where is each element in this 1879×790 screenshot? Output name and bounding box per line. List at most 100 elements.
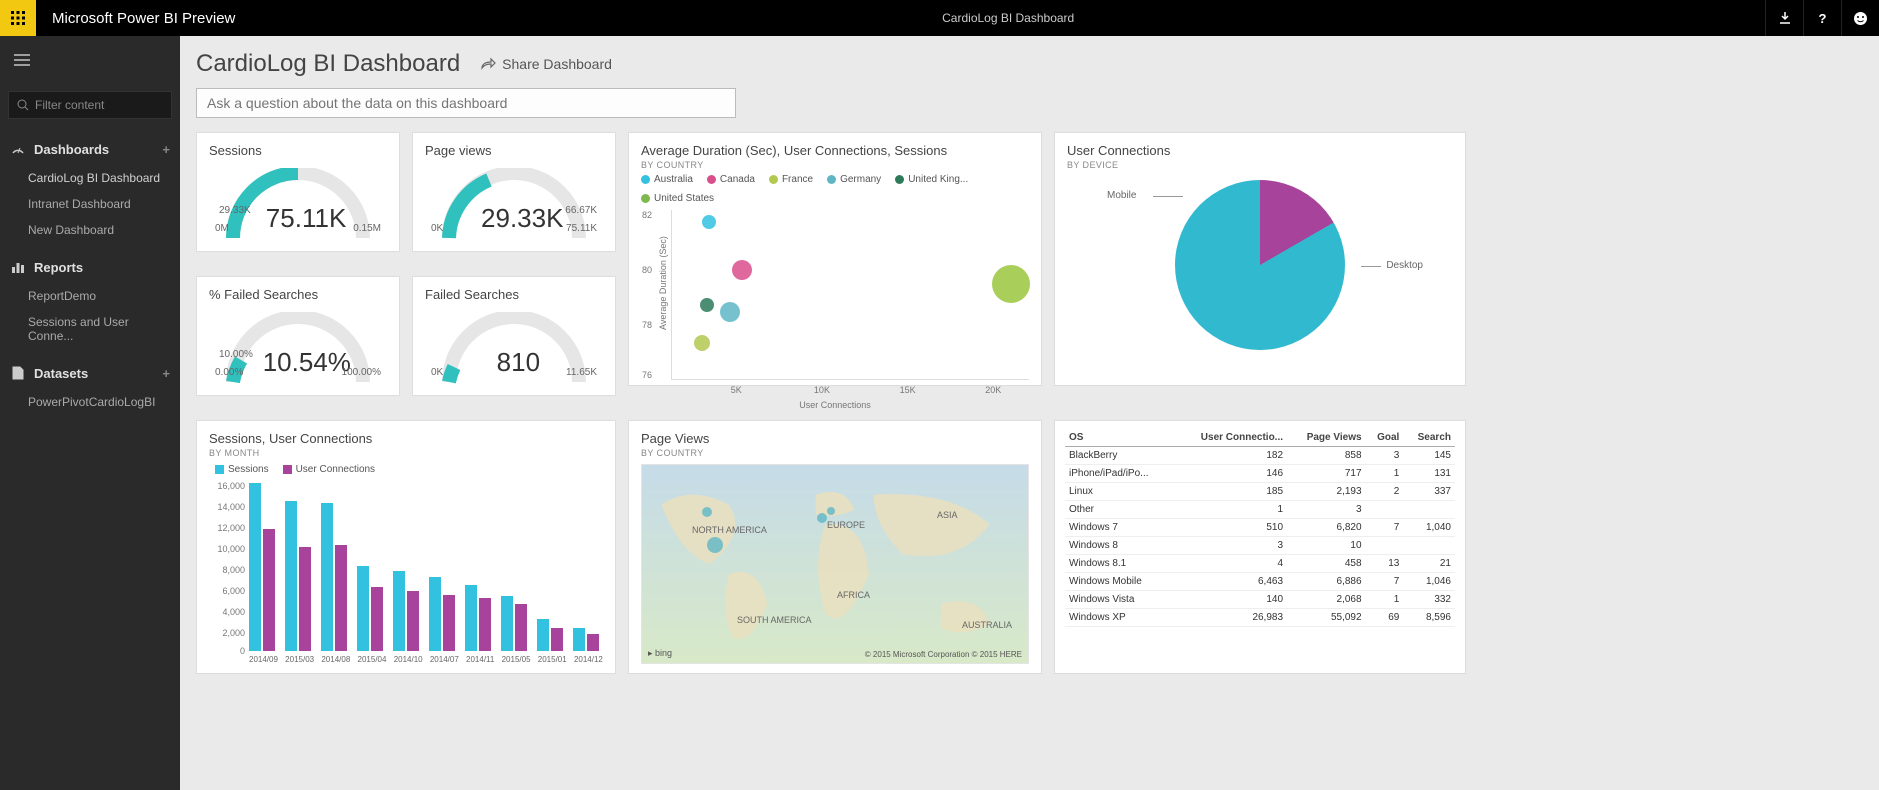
y-tick: 16,000 <box>209 481 245 491</box>
table-row: BlackBerry1828583145 <box>1065 447 1455 465</box>
tile-pie[interactable]: User Connections BY DEVICE Mobile Deskto… <box>1054 132 1466 386</box>
x-tick: 2014/11 <box>466 655 494 664</box>
help-icon[interactable]: ? <box>1803 0 1841 36</box>
legend-item: United States <box>641 193 714 204</box>
nav-section-reports[interactable]: Reports <box>0 251 180 283</box>
tile-pageviews[interactable]: Page views 66.67K 29.33K 0K 75.11K <box>412 132 616 252</box>
dashboard-name-header: CardioLog BI Dashboard <box>251 11 1765 25</box>
qa-input[interactable] <box>196 88 736 118</box>
tile-title: Average Duration (Sec), User Connections… <box>641 143 1029 158</box>
sidebar-item-cardiolog[interactable]: CardioLog BI Dashboard <box>0 165 180 191</box>
filter-input[interactable]: Filter content <box>8 91 172 119</box>
table-row: Windows XP26,98355,092698,596 <box>1065 609 1455 627</box>
table-row: Linux1852,1932337 <box>1065 483 1455 501</box>
tile-scatter[interactable]: Average Duration (Sec), User Connections… <box>628 132 1042 386</box>
tile-title: Failed Searches <box>425 287 603 302</box>
datasets-label: Datasets <box>34 366 88 381</box>
map-canvas: NORTH AMERICA SOUTH AMERICA EUROPE AFRIC… <box>641 464 1029 664</box>
legend-item: United King... <box>895 174 968 185</box>
map-bubble <box>702 507 712 517</box>
tile-barchart[interactable]: Sessions, User Connections BY MONTH Sess… <box>196 420 616 674</box>
bubble-germany <box>700 298 714 312</box>
feedback-smile-icon[interactable] <box>1841 0 1879 36</box>
dashboards-label: Dashboards <box>34 142 109 157</box>
sidebar-item-dataset[interactable]: PowerPivotCardioLogBI <box>0 389 180 415</box>
gauge-icon <box>10 141 26 157</box>
filter-placeholder: Filter content <box>35 98 104 112</box>
continent-label: ASIA <box>937 510 958 520</box>
y-tick: 14,000 <box>209 502 245 512</box>
gauge-max: 100.00% <box>342 367 381 378</box>
x-tick: 2014/09 <box>249 655 278 664</box>
sidebar-item-intranet[interactable]: Intranet Dashboard <box>0 191 180 217</box>
x-tick: 2015/01 <box>538 655 567 664</box>
nav-section-dashboards[interactable]: Dashboards + <box>0 133 180 165</box>
map-copyright: © 2015 Microsoft Corporation © 2015 HERE <box>865 650 1022 659</box>
download-icon[interactable] <box>1765 0 1803 36</box>
app-title: Microsoft Power BI Preview <box>36 10 251 27</box>
table-header: OS <box>1065 429 1174 447</box>
y-tick: 8,000 <box>209 565 245 575</box>
os-table: OSUser Connectio...Page ViewsGoalSearch … <box>1065 429 1455 627</box>
plus-icon[interactable]: + <box>162 366 170 381</box>
table-row: Windows Mobile6,4636,88671,046 <box>1065 573 1455 591</box>
gauge-min: 0M <box>215 223 229 234</box>
x-tick: 2014/10 <box>394 655 423 664</box>
gauge-value: 10.54% <box>263 347 351 378</box>
y-tick: 6,000 <box>209 586 245 596</box>
pie-chart <box>1175 180 1345 350</box>
y-tick: 10,000 <box>209 544 245 554</box>
tile-failed-pct[interactable]: % Failed Searches 10.00% 10.54% 0.00% 10… <box>196 276 400 396</box>
table-row: Other13 <box>1065 501 1455 519</box>
continent-label: AUSTRALIA <box>962 620 1012 630</box>
waffle-icon[interactable] <box>0 0 36 36</box>
reports-label: Reports <box>34 260 83 275</box>
table-row: Windows 75106,82071,040 <box>1065 519 1455 537</box>
gauge-min: 0.00% <box>215 367 243 378</box>
gauge-max: 75.11K <box>566 223 597 234</box>
tile-table[interactable]: OSUser Connectio...Page ViewsGoalSearch … <box>1054 420 1466 674</box>
hamburger-icon[interactable] <box>0 40 180 83</box>
legend-sessions: Sessions <box>215 464 269 475</box>
bubble-uk <box>720 302 740 322</box>
sidebar-item-reportdemo[interactable]: ReportDemo <box>0 283 180 309</box>
table-row: Windows 8.144581321 <box>1065 555 1455 573</box>
nav-section-datasets[interactable]: Datasets + <box>0 357 180 389</box>
gauge-mid: 66.67K <box>565 205 597 216</box>
x-axis-label: User Connections <box>641 400 1029 410</box>
table-row: Windows Vista1402,0681332 <box>1065 591 1455 609</box>
continent-label: NORTH AMERICA <box>692 525 767 535</box>
file-icon <box>10 365 26 381</box>
tile-map[interactable]: Page Views BY COUNTRY NORTH A <box>628 420 1042 674</box>
tile-sub: BY MONTH <box>209 448 603 458</box>
tile-title: User Connections <box>1067 143 1453 158</box>
plus-icon[interactable]: + <box>162 142 170 157</box>
x-tick: 2015/03 <box>285 655 314 664</box>
pie-label-desktop: Desktop <box>1386 260 1423 271</box>
tile-sessions[interactable]: Sessions 29.33K 75.11K 0M 0.15M <box>196 132 400 252</box>
tile-title: Sessions, User Connections <box>209 431 603 446</box>
table-header: Search <box>1403 429 1455 447</box>
gauge-value: 75.11K <box>266 203 346 234</box>
share-button[interactable]: Share Dashboard <box>480 56 612 72</box>
scatter-plot: Average Duration (Sec) 82 80 78 76 5K 10… <box>671 210 1029 380</box>
gauge-max: 0.15M <box>353 223 381 234</box>
sidebar-item-new[interactable]: New Dashboard <box>0 217 180 243</box>
tile-failed[interactable]: Failed Searches 810 0K 11.65K <box>412 276 616 396</box>
sidebar-item-sessions[interactable]: Sessions and User Conne... <box>0 309 180 349</box>
x-tick: 2015/04 <box>358 655 387 664</box>
x-tick: 10K <box>814 385 830 395</box>
share-label: Share Dashboard <box>502 56 612 72</box>
table-row: Windows 8310 <box>1065 537 1455 555</box>
leader-line <box>1361 266 1381 267</box>
y-tick: 80 <box>642 265 652 275</box>
y-tick: 78 <box>642 320 652 330</box>
tile-title: % Failed Searches <box>209 287 387 302</box>
table-row: iPhone/iPad/iPo...1467171131 <box>1065 465 1455 483</box>
x-tick: 5K <box>731 385 742 395</box>
legend-item: France <box>769 174 813 185</box>
bubble-france <box>694 335 710 351</box>
tile-title: Page Views <box>641 431 1029 446</box>
table-header: Page Views <box>1287 429 1366 447</box>
gauge-value: 810 <box>497 347 540 378</box>
